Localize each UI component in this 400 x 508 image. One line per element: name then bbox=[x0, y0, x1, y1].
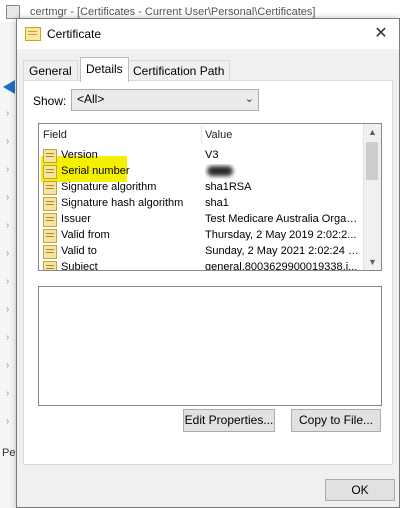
column-header-value[interactable]: Value bbox=[205, 126, 232, 144]
field-icon bbox=[43, 229, 57, 243]
list-row-issuer[interactable]: Issuer Test Medicare Australia Organi... bbox=[39, 212, 363, 227]
list-row-valid-from[interactable]: Valid from Thursday, 2 May 2019 2:02:2..… bbox=[39, 228, 363, 243]
tab-general[interactable]: General bbox=[23, 60, 78, 81]
edit-properties-button[interactable]: Edit Properties... bbox=[183, 409, 275, 432]
list-row-serial-number[interactable]: Serial number bbox=[39, 164, 363, 179]
details-tab-panel: Show: <All> ⌄ Field Value Version V3 Ser… bbox=[23, 80, 393, 465]
show-dropdown[interactable]: <All> ⌄ bbox=[71, 89, 259, 111]
tree-expand-icon[interactable]: › bbox=[6, 193, 14, 203]
field-value: sha1RSA bbox=[205, 181, 252, 193]
tree-expand-icon[interactable]: › bbox=[6, 165, 14, 175]
tree-expand-icon[interactable]: › bbox=[6, 137, 14, 147]
list-row-signature-hash-algorithm[interactable]: Signature hash algorithm sha1 bbox=[39, 196, 363, 211]
field-icon bbox=[43, 149, 57, 163]
background-window-title: certmgr - [Certificates - Current User\P… bbox=[30, 6, 316, 18]
column-separator[interactable] bbox=[201, 126, 202, 144]
certificate-dialog: Certificate ✕ General Details Certificat… bbox=[16, 18, 400, 508]
column-header-field[interactable]: Field bbox=[43, 126, 67, 144]
close-icon[interactable]: ✕ bbox=[371, 24, 391, 44]
field-icon bbox=[43, 213, 57, 227]
field-icon bbox=[43, 181, 57, 195]
field-name: Valid to bbox=[61, 245, 97, 257]
dialog-title: Certificate bbox=[47, 27, 102, 41]
tree-expand-icon[interactable]: › bbox=[6, 389, 14, 399]
tree-expand-icon[interactable]: › bbox=[6, 305, 14, 315]
fields-list[interactable]: Field Value Version V3 Serial number Sig… bbox=[38, 123, 382, 271]
field-icon bbox=[43, 197, 57, 211]
copy-to-file-button[interactable]: Copy to File... bbox=[291, 409, 381, 432]
dialog-title-bar[interactable]: Certificate ✕ bbox=[17, 19, 399, 49]
field-value: Test Medicare Australia Organi... bbox=[205, 213, 361, 225]
list-row-subject[interactable]: Subject general.8003629900019338.i... bbox=[39, 260, 363, 271]
field-name: Serial number bbox=[61, 165, 130, 177]
show-label: Show: bbox=[33, 94, 67, 108]
field-name: Issuer bbox=[61, 213, 91, 225]
field-icon bbox=[43, 165, 57, 179]
field-name: Valid from bbox=[61, 229, 110, 241]
list-row-signature-algorithm[interactable]: Signature algorithm sha1RSA bbox=[39, 180, 363, 195]
field-name: Signature hash algorithm bbox=[61, 197, 184, 209]
tab-bar: General Details Certification Path bbox=[23, 57, 393, 82]
field-name: Version bbox=[61, 149, 98, 161]
tree-expand-icon[interactable]: › bbox=[6, 221, 14, 231]
scroll-thumb[interactable] bbox=[366, 142, 378, 180]
field-value: Thursday, 2 May 2019 2:02:2... bbox=[205, 229, 357, 241]
certmgr-app-icon bbox=[6, 5, 20, 19]
field-value: Sunday, 2 May 2021 2:02:24 PM bbox=[205, 245, 361, 257]
chevron-down-icon: ⌄ bbox=[244, 93, 254, 105]
scroll-down-icon[interactable]: ▼ bbox=[364, 254, 381, 270]
field-value-redacted bbox=[205, 164, 361, 179]
field-icon bbox=[43, 245, 57, 259]
field-value: sha1 bbox=[205, 197, 229, 209]
tree-expand-icon[interactable]: › bbox=[6, 361, 14, 371]
field-value: V3 bbox=[205, 149, 219, 161]
list-row-version[interactable]: Version V3 bbox=[39, 148, 363, 163]
tree-expand-icon[interactable]: › bbox=[6, 417, 14, 427]
scroll-up-icon[interactable]: ▲ bbox=[364, 124, 381, 140]
tab-certification-path[interactable]: Certification Path bbox=[127, 60, 231, 81]
list-row-valid-to[interactable]: Valid to Sunday, 2 May 2021 2:02:24 PM bbox=[39, 244, 363, 259]
back-arrow-icon[interactable] bbox=[3, 80, 15, 94]
redaction-blur bbox=[207, 166, 233, 177]
tree-expand-icon[interactable]: › bbox=[6, 333, 14, 343]
field-value: general.8003629900019338.i... bbox=[205, 261, 358, 271]
background-tree-pane[interactable]: › › › › › › › › › › › › bbox=[0, 22, 17, 508]
certificate-icon bbox=[25, 27, 41, 41]
field-detail-textbox[interactable] bbox=[38, 286, 382, 406]
field-name: Subject bbox=[61, 261, 98, 271]
vertical-scrollbar[interactable]: ▲ ▼ bbox=[363, 124, 381, 270]
tree-expand-icon[interactable]: › bbox=[6, 277, 14, 287]
tab-details[interactable]: Details bbox=[80, 57, 129, 82]
tree-expand-icon[interactable]: › bbox=[6, 249, 14, 259]
ok-button[interactable]: OK bbox=[325, 479, 395, 501]
field-name: Signature algorithm bbox=[61, 181, 157, 193]
field-icon bbox=[43, 261, 57, 270]
tree-expand-icon[interactable]: › bbox=[6, 109, 14, 119]
show-dropdown-value: <All> bbox=[77, 92, 105, 106]
